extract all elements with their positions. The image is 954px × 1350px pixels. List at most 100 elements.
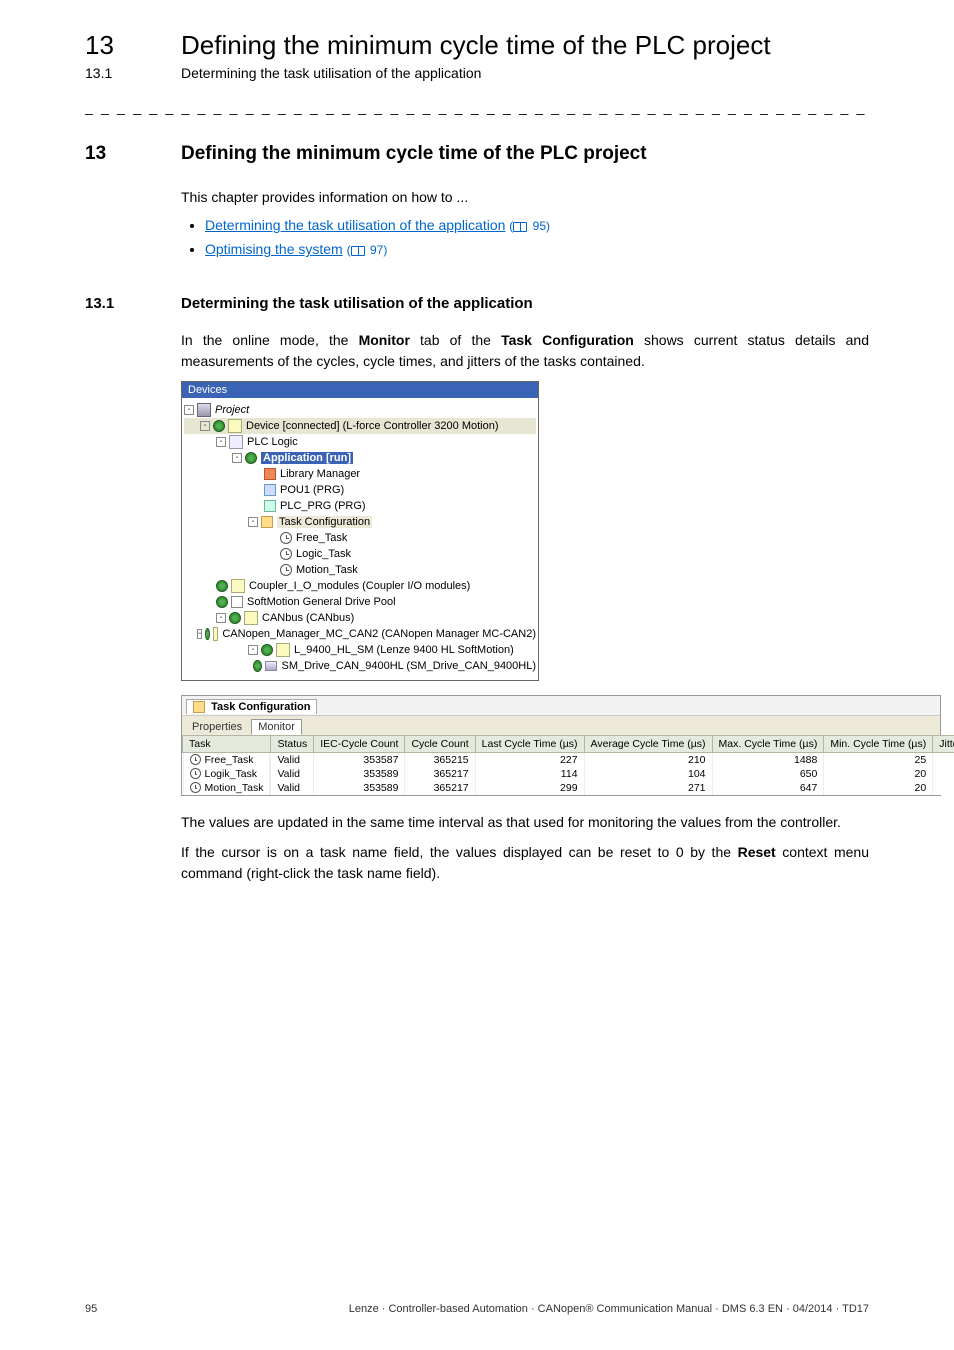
- tree-row-logic-task[interactable]: Logic_Task: [184, 546, 536, 562]
- cell-last: 299: [475, 781, 584, 795]
- tree-row-canbus[interactable]: - CANbus (CANbus): [184, 610, 536, 626]
- devices-panel: Devices -Project -Device [connected] (L-…: [181, 381, 539, 681]
- cell-cycle: 365217: [405, 767, 475, 781]
- tree-toggle-icon[interactable]: -: [248, 645, 258, 655]
- table-row[interactable]: Motion_Task Valid 353589 365217 299 271 …: [183, 781, 954, 795]
- tree-row-library[interactable]: Library Manager: [184, 466, 536, 482]
- tree-row-free-task[interactable]: Free_Task: [184, 530, 536, 546]
- tree-label: CANbus (CANbus): [262, 612, 354, 624]
- col-max[interactable]: Max. Cycle Time (µs): [712, 735, 824, 752]
- cell-avg: 210: [584, 752, 712, 767]
- col-avg[interactable]: Average Cycle Time (µs): [584, 735, 712, 752]
- bullet-item: Optimising the system ( 97): [205, 241, 869, 257]
- bullet-item: Determining the task utilisation of the …: [205, 217, 869, 233]
- page-number: 95: [533, 219, 546, 233]
- drive-icon: [276, 643, 290, 657]
- tree-row-canopen-mgr[interactable]: -CANopen_Manager_MC_CAN2 (CANopen Manage…: [184, 626, 536, 642]
- tree-row-l9400[interactable]: -L_9400_HL_SM (Lenze 9400 HL SoftMotion): [184, 642, 536, 658]
- pou-icon: [264, 484, 276, 496]
- header-sub-title: Determining the task utilisation of the …: [181, 65, 481, 81]
- cell-jitter: -3: [933, 767, 954, 781]
- tree-row-task-config[interactable]: -Task Configuration: [184, 514, 536, 530]
- col-status[interactable]: Status: [271, 735, 314, 752]
- tree-toggle-icon[interactable]: -: [200, 421, 210, 431]
- table-row[interactable]: Logik_Task Valid 353589 365217 114 104 6…: [183, 767, 954, 781]
- tree-label: Coupler_I_O_modules (Coupler I/O modules…: [249, 580, 470, 592]
- cell-iec: 353587: [314, 752, 405, 767]
- plc-icon: [229, 435, 243, 449]
- pool-icon: [231, 596, 243, 608]
- page-number: 97: [370, 243, 383, 257]
- tree-row-coupler[interactable]: Coupler_I_O_modules (Coupler I/O modules…: [184, 578, 536, 594]
- task-config-titlebar: Task Configuration: [182, 696, 940, 715]
- cell-status: Valid: [271, 767, 314, 781]
- tree-row-plc-logic[interactable]: -PLC Logic: [184, 434, 536, 450]
- device-tree[interactable]: -Project -Device [connected] (L-force Co…: [182, 398, 538, 680]
- task-monitor-table: Task Status IEC-Cycle Count Cycle Count …: [182, 735, 954, 795]
- table-header-row: Task Status IEC-Cycle Count Cycle Count …: [183, 735, 954, 752]
- col-cycle[interactable]: Cycle Count: [405, 735, 475, 752]
- table-row[interactable]: Free_Task Valid 353587 365215 227 210 14…: [183, 752, 954, 767]
- paragraph: In the online mode, the Monitor tab of t…: [181, 330, 869, 371]
- cell-text: Motion_Task: [205, 782, 264, 794]
- paragraph: The values are updated in the same time …: [181, 812, 869, 832]
- tree-row-application[interactable]: - Application [run]: [184, 450, 536, 466]
- library-icon: [264, 468, 276, 480]
- tree-row-sm-drive[interactable]: SM_Drive_CAN_9400HL (SM_Drive_CAN_9400HL…: [184, 658, 536, 674]
- task-config-tab[interactable]: Task Configuration: [186, 699, 317, 714]
- footer-page: 95: [85, 1303, 97, 1315]
- header-chapter-number: 13: [85, 30, 181, 61]
- text: If the cursor is on a task name field, t…: [181, 844, 738, 860]
- page-ref[interactable]: ( 97): [347, 243, 388, 257]
- col-iec[interactable]: IEC-Cycle Count: [314, 735, 405, 752]
- paragraph: If the cursor is on a task name field, t…: [181, 842, 869, 883]
- cell-task[interactable]: Free_Task: [183, 753, 271, 767]
- tree-label: Application [run]: [261, 452, 353, 464]
- module-icon: [231, 579, 245, 593]
- gear-icon: [253, 660, 262, 672]
- bullet-link[interactable]: Optimising the system: [205, 241, 343, 257]
- tree-toggle-icon[interactable]: -: [197, 629, 202, 639]
- tree-row-device[interactable]: -Device [connected] (L-force Controller …: [184, 418, 536, 434]
- tree-row-project[interactable]: - Project: [184, 402, 536, 418]
- task-config-tabrow: Properties Monitor: [182, 715, 940, 735]
- tree-toggle-icon[interactable]: -: [216, 437, 226, 447]
- tree-row-plc-prg[interactable]: PLC_PRG (PRG): [184, 498, 536, 514]
- col-jitter[interactable]: Jitter (µs): [933, 735, 954, 752]
- cell-jitter: 2: [933, 752, 954, 767]
- col-min[interactable]: Min. Cycle Time (µs): [824, 735, 933, 752]
- tab-monitor[interactable]: Monitor: [251, 719, 302, 735]
- text: In the online mode, the: [181, 332, 359, 348]
- tree-toggle-icon[interactable]: -: [216, 613, 226, 623]
- page-ref[interactable]: ( 95): [509, 219, 550, 233]
- bullet-link[interactable]: Determining the task utilisation of the …: [205, 217, 505, 233]
- canopen-icon: [213, 627, 218, 641]
- page-footer: 95 Lenze · Controller-based Automation ·…: [85, 1303, 869, 1315]
- sub-section-title: Determining the task utilisation of the …: [181, 295, 533, 312]
- cell-status: Valid: [271, 752, 314, 767]
- gear-icon: [216, 596, 228, 608]
- section-number: 13: [85, 143, 181, 165]
- tree-label: PLC_PRG (PRG): [280, 500, 366, 512]
- cell-task[interactable]: Motion_Task: [183, 781, 271, 795]
- cell-min: 20: [824, 781, 933, 795]
- tree-row-softmotion[interactable]: SoftMotion General Drive Pool: [184, 594, 536, 610]
- cell-task[interactable]: Logik_Task: [183, 767, 271, 781]
- col-last[interactable]: Last Cycle Time (µs): [475, 735, 584, 752]
- task-config-icon: [193, 701, 205, 713]
- tree-row-motion-task[interactable]: Motion_Task: [184, 562, 536, 578]
- task-config-title: Task Configuration: [211, 701, 310, 713]
- tree-label: Project: [215, 404, 249, 416]
- tree-toggle-icon[interactable]: -: [248, 517, 258, 527]
- task-icon: [190, 754, 201, 765]
- tree-toggle-icon[interactable]: -: [232, 453, 242, 463]
- tree-toggle-icon[interactable]: -: [184, 405, 194, 415]
- tab-properties[interactable]: Properties: [186, 720, 248, 734]
- col-task[interactable]: Task: [183, 735, 271, 752]
- tree-label: POU1 (PRG): [280, 484, 344, 496]
- gear-icon: [213, 420, 225, 432]
- task-icon: [190, 782, 201, 793]
- cell-cycle: 365217: [405, 781, 475, 795]
- cell-avg: 271: [584, 781, 712, 795]
- tree-row-pou1[interactable]: POU1 (PRG): [184, 482, 536, 498]
